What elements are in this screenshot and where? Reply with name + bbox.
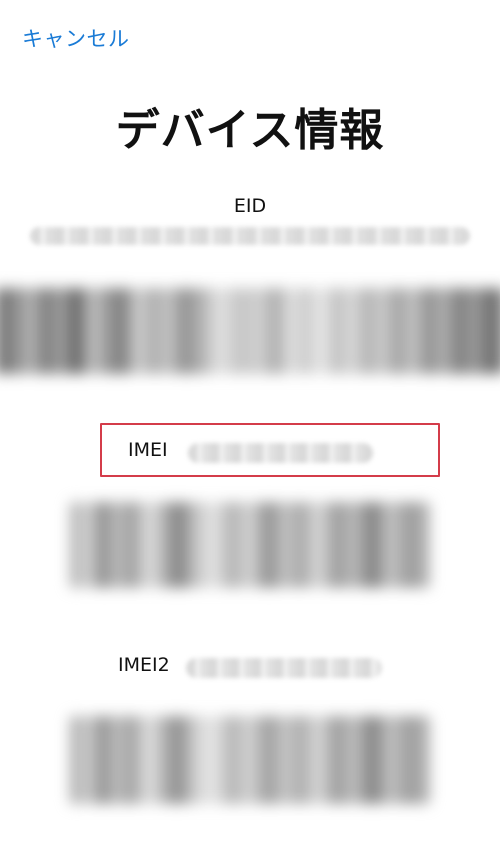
imei-barcode [70, 502, 430, 588]
imei-value-redacted [188, 443, 373, 463]
eid-barcode [0, 288, 500, 374]
cancel-button[interactable]: キャンセル [22, 23, 130, 53]
imei2-label: IMEI2 [118, 654, 170, 676]
imei2-barcode [70, 716, 430, 804]
page-title: デバイス情報 [115, 105, 385, 156]
imei2-row: IMEI2 [0, 652, 500, 682]
imei-row: IMEI [0, 437, 500, 467]
imei2-value-redacted [186, 658, 382, 678]
eid-value-redacted [30, 227, 470, 245]
eid-label: EID [233, 195, 267, 217]
imei-label: IMEI [128, 439, 168, 461]
